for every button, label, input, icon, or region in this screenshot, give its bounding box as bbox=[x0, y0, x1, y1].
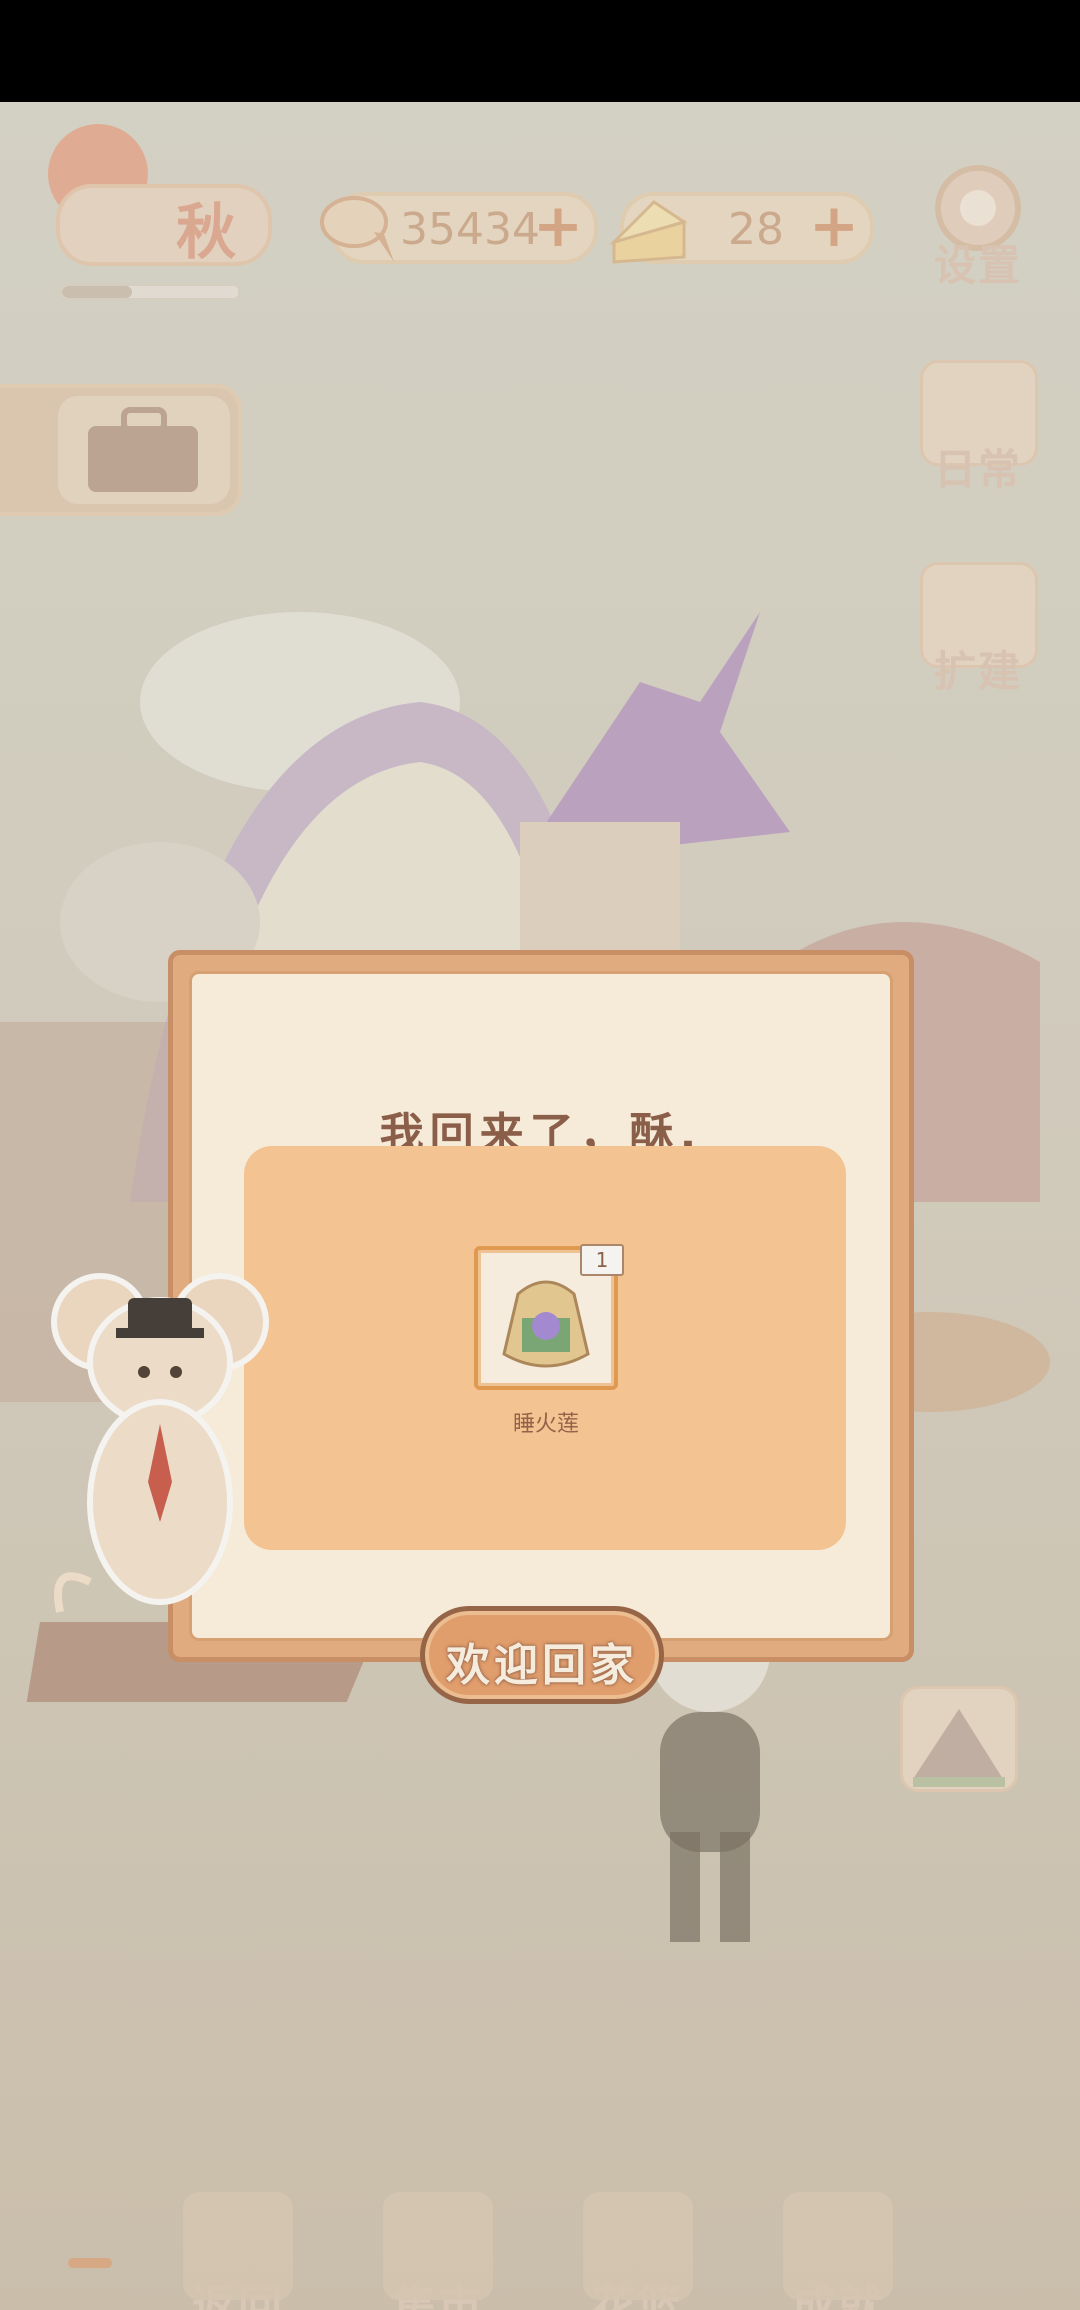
add-fish-button[interactable]: + bbox=[532, 196, 584, 256]
flower-basket-icon bbox=[583, 2192, 693, 2300]
fish-count: 35434 bbox=[400, 204, 540, 255]
status-bar bbox=[0, 0, 1080, 102]
nav-market[interactable]: 集市 bbox=[378, 2192, 498, 2310]
briefcase-icon bbox=[88, 407, 198, 492]
reward-item-name: 睡火莲 bbox=[512, 1412, 579, 1437]
market-stall-icon bbox=[383, 2192, 493, 2300]
settings-label: 设置 bbox=[933, 241, 1022, 290]
season-pill bbox=[56, 184, 272, 266]
reward-item[interactable]: 1 bbox=[474, 1244, 624, 1390]
season-label: 秋 bbox=[176, 198, 236, 268]
cheese-count: 28 bbox=[728, 204, 784, 255]
nav-collapse-handle[interactable] bbox=[68, 2258, 112, 2268]
welcome-home-button[interactable]: 欢迎回家 bbox=[420, 1606, 664, 1704]
bottom-nav: 返回 集市 花篮 成就 bbox=[0, 2192, 1080, 2310]
window-icon bbox=[183, 2192, 293, 2300]
expand-label: 扩建 bbox=[933, 647, 1022, 696]
nav-flower-basket[interactable]: 花篮 bbox=[578, 2192, 698, 2310]
trophy-icon bbox=[783, 2192, 893, 2300]
bag-tab[interactable] bbox=[0, 384, 242, 516]
reward-count-badge: 1 bbox=[580, 1244, 624, 1276]
add-cheese-button[interactable]: + bbox=[808, 196, 860, 256]
nav-achievements[interactable]: 成就 bbox=[778, 2192, 898, 2310]
welcome-home-label: 欢迎回家 bbox=[446, 1640, 638, 1691]
cheese-icon bbox=[608, 200, 688, 264]
mountain-map-icon bbox=[900, 1686, 1018, 1792]
mouse-character bbox=[51, 1273, 269, 1613]
fish-currency: 35434 + bbox=[320, 192, 598, 264]
game-scene: 秋 35434 + 28 + 设置 日常 扩建 我回来了，酥. 1 睡火莲 欢迎… bbox=[0, 102, 1080, 2310]
daily-label: 日常 bbox=[933, 445, 1022, 494]
cheese-currency: 28 + bbox=[608, 192, 874, 264]
fish-bone-icon bbox=[320, 196, 394, 262]
daily-button[interactable]: 日常 bbox=[920, 360, 1038, 497]
map-button[interactable] bbox=[900, 1686, 1018, 1796]
expand-button[interactable]: 扩建 bbox=[920, 562, 1038, 699]
settings-button[interactable]: 设置 bbox=[920, 158, 1036, 293]
season-progress bbox=[60, 284, 240, 300]
reward-panel: 1 睡火莲 bbox=[244, 1146, 846, 1550]
nav-back[interactable]: 返回 bbox=[178, 2192, 298, 2310]
season-badge[interactable]: 秋 bbox=[36, 122, 272, 300]
